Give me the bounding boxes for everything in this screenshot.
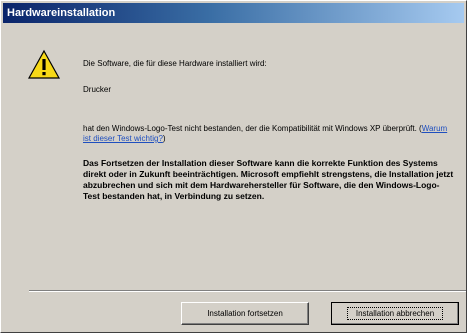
logo-test-prefix: hat den Windows-Logo-Test nicht bestande… <box>83 124 422 133</box>
continue-button-label: Installation fortsetzen <box>207 309 283 318</box>
window-title: Hardwareinstallation <box>7 7 116 19</box>
cancel-installation-button[interactable]: Installation abbrechen <box>331 302 459 325</box>
separator <box>29 290 466 292</box>
intro-text: Die Software, die für diese Hardware ins… <box>83 59 267 68</box>
device-name: Drucker <box>83 85 112 94</box>
logo-test-suffix: ) <box>162 134 166 143</box>
warning-triangle-icon <box>27 49 61 79</box>
warning-text: Das Fortsetzen der Installation dieser S… <box>83 158 454 201</box>
logo-test-text: hat den Windows-Logo-Test nicht bestande… <box>83 124 454 144</box>
title-bar[interactable]: Hardwareinstallation <box>3 3 464 23</box>
dialog-window: Hardwareinstallation Die Software, die f… <box>0 0 467 333</box>
cancel-button-label: Installation abbrechen <box>346 307 444 320</box>
continue-installation-button[interactable]: Installation fortsetzen <box>181 302 309 325</box>
